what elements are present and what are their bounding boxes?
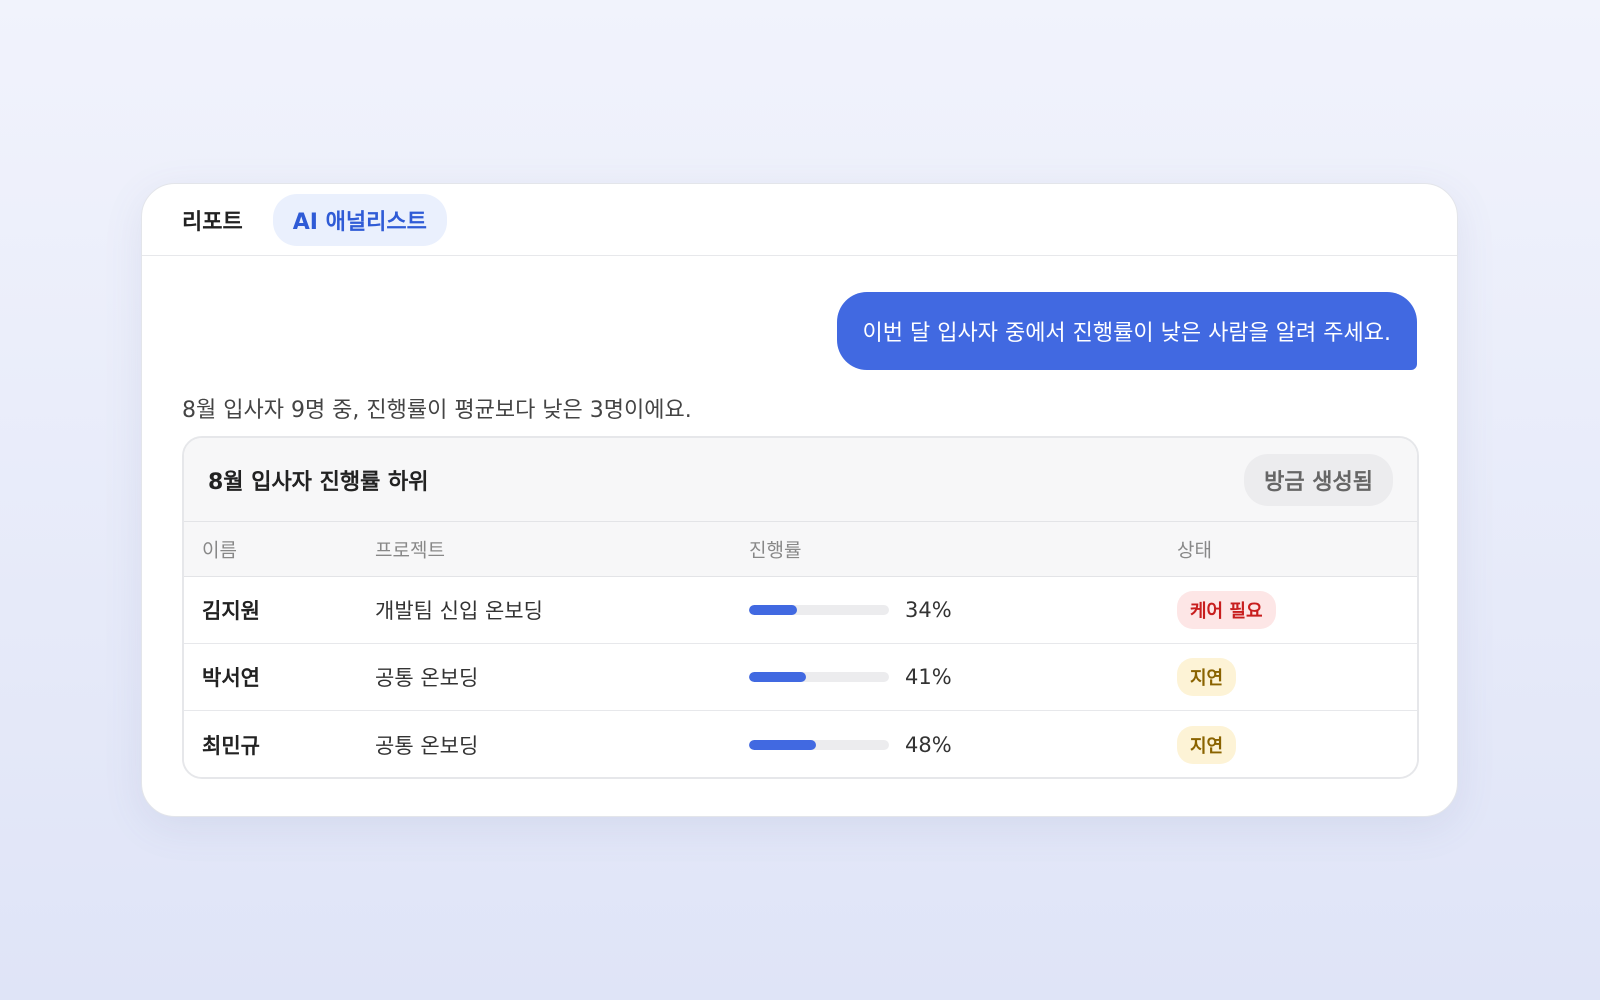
generated-badge: 방금 생성됨 [1244,453,1393,506]
progress-bar [749,605,889,615]
column-header-status: 상태 [1177,539,1212,562]
table-header: 8월 입사자 진행률 하위 방금 생성됨 [184,438,1417,522]
progress-bar-fill [749,672,807,682]
analyst-card: 리포트 AI 애널리스트 이번 달 입사자 중에서 진행률이 낮은 사람을 알려… [141,183,1458,817]
column-header-progress: 진행률 [749,539,802,562]
tab-ai-analyst[interactable]: AI 애널리스트 [272,193,447,246]
table-title: 8월 입사자 진행률 하위 [208,469,429,495]
progress-percent: 41% [905,665,952,689]
row-project: 공통 온보딩 [375,666,479,690]
table-row[interactable]: 박서연 공통 온보딩 41% 지연 [184,644,1417,711]
status-badge: 지연 [1177,725,1237,764]
result-table-card: 8월 입사자 진행률 하위 방금 생성됨 이름 프로젝트 진행률 상태 김지원 … [182,436,1419,779]
progress-bar [749,739,889,750]
tab-report[interactable]: 리포트 [182,194,243,246]
tab-bar: 리포트 AI 애널리스트 [142,184,1457,256]
row-name: 김지원 [202,599,260,623]
status-badge: 지연 [1177,658,1237,696]
progress-bar [749,672,889,682]
column-header-name: 이름 [202,539,237,562]
row-name: 박서연 [202,666,260,690]
row-project: 개발팀 신입 온보딩 [375,599,543,623]
column-header-row: 이름 프로젝트 진행률 상태 [184,522,1417,577]
column-header-project: 프로젝트 [375,539,445,562]
progress-percent: 34% [905,598,952,622]
row-name: 최민규 [202,733,260,758]
status-badge: 케어 필요 [1177,591,1276,629]
progress-bar-fill [749,605,797,615]
progress-percent: 48% [905,732,952,757]
table-row[interactable]: 최민규 공통 온보딩 48% 지연 [184,711,1417,777]
row-project: 공통 온보딩 [375,733,479,758]
table-row[interactable]: 김지원 개발팀 신입 온보딩 34% 케어 필요 [184,577,1417,644]
user-message-bubble: 이번 달 입사자 중에서 진행률이 낮은 사람을 알려 주세요. [836,292,1417,370]
progress-bar-fill [749,739,817,750]
assistant-message: 8월 입사자 9명 중, 진행률이 평균보다 낮은 3명이에요. [182,398,692,423]
